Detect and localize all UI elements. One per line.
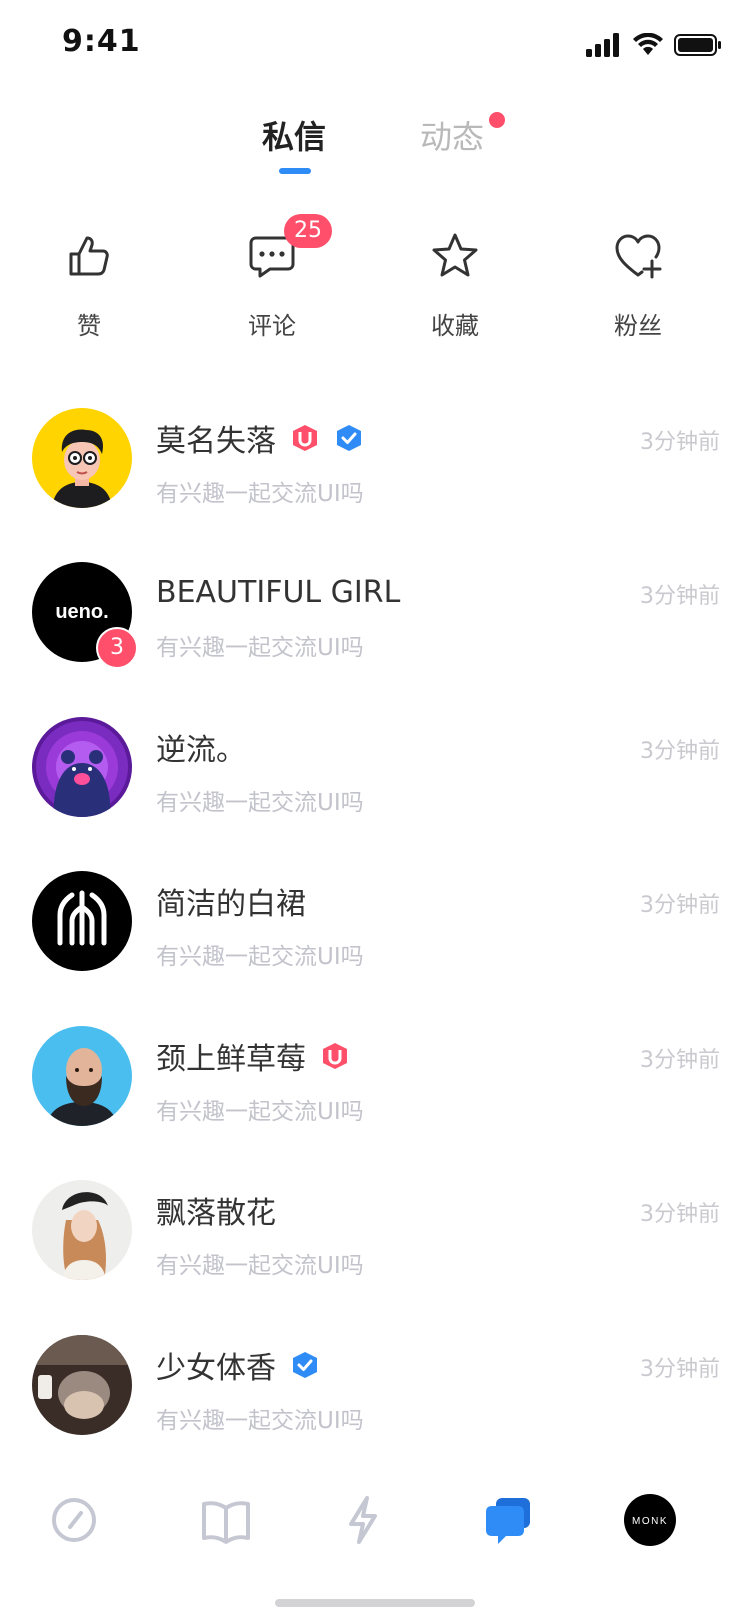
avatar	[32, 1026, 132, 1126]
u-badge-icon	[323, 1043, 347, 1069]
quick-comments-label: 评论	[248, 312, 296, 340]
lightning-icon	[349, 1496, 377, 1544]
message-time: 3分钟前	[640, 739, 720, 764]
tab-discover[interactable]	[42, 1488, 106, 1552]
status-bar: 9:41	[0, 0, 750, 90]
top-tabs: 私信 动态	[0, 112, 750, 182]
contact-name: 飘落散花	[156, 1196, 276, 1231]
message-list: 莫名失落 有兴趣一起交流UI吗 3分钟前 ueno. 3 BEAUTIFUL G…	[0, 408, 750, 1466]
message-item[interactable]: 简洁的白裙 有兴趣一起交流UI吗 3分钟前	[0, 871, 750, 1031]
message-preview: 有兴趣一起交流UI吗	[156, 1253, 364, 1279]
quick-actions: 赞 25 评论 收藏 粉丝	[0, 214, 750, 350]
tab-activity[interactable]: 动态	[420, 112, 484, 158]
message-item[interactable]: 逆流。 有兴趣一起交流UI吗 3分钟前	[0, 717, 750, 877]
quick-favorites[interactable]: 收藏	[395, 230, 515, 341]
avatar	[32, 871, 132, 971]
message-preview: 有兴趣一起交流UI吗	[156, 481, 364, 507]
message-preview: 有兴趣一起交流UI吗	[156, 1099, 364, 1125]
avatar	[32, 1180, 132, 1280]
message-item[interactable]: 莫名失落 有兴趣一起交流UI吗 3分钟前	[0, 408, 750, 568]
status-time: 9:41	[62, 24, 141, 59]
message-item[interactable]: 飘落散花 有兴趣一起交流UI吗 3分钟前	[0, 1180, 750, 1340]
battery-icon	[674, 34, 721, 56]
verified-badge-icon	[293, 1352, 317, 1378]
profile-avatar: MONK	[624, 1494, 676, 1546]
message-time: 3分钟前	[640, 893, 720, 918]
avatar-logo-text: ueno.	[55, 601, 108, 623]
star-icon	[432, 233, 478, 277]
message-time: 3分钟前	[640, 430, 720, 455]
contact-name: BEAUTIFUL GIRL	[156, 574, 401, 610]
avatar	[32, 717, 132, 817]
quick-followers-label: 粉丝	[614, 312, 662, 340]
quick-followers[interactable]: 粉丝	[578, 230, 698, 341]
tab-messages[interactable]	[476, 1488, 540, 1552]
contact-name: 逆流。	[156, 733, 246, 768]
wifi-icon	[633, 33, 663, 55]
tab-profile[interactable]: MONK	[618, 1488, 682, 1552]
compass-icon	[52, 1498, 96, 1542]
message-time: 3分钟前	[640, 1202, 720, 1227]
signal-icon	[586, 33, 619, 57]
tab-activity-feed[interactable]	[331, 1488, 395, 1552]
verified-badge-icon	[337, 425, 361, 451]
thumbs-up-icon	[69, 236, 109, 276]
profile-avatar-text: MONK	[632, 1516, 668, 1527]
avatar	[32, 1335, 132, 1435]
home-indicator	[275, 1599, 475, 1607]
message-item[interactable]: ueno. 3 BEAUTIFUL GIRL 有兴趣一起交流UI吗 3分钟前	[0, 562, 750, 722]
quick-comments[interactable]: 25 评论	[212, 214, 332, 341]
message-time: 3分钟前	[640, 1357, 720, 1382]
quick-favorites-label: 收藏	[431, 312, 479, 340]
status-icons	[586, 30, 722, 60]
u-badge-icon	[293, 425, 317, 451]
tab-library[interactable]	[194, 1488, 258, 1552]
tab-dm[interactable]: 私信	[262, 112, 326, 158]
message-preview: 有兴趣一起交流UI吗	[156, 1408, 364, 1434]
quick-likes-label: 赞	[77, 312, 101, 340]
book-icon	[202, 1501, 250, 1544]
message-preview: 有兴趣一起交流UI吗	[156, 790, 364, 816]
contact-name: 少女体香	[156, 1351, 276, 1386]
message-time: 3分钟前	[640, 1048, 720, 1073]
messages-icon	[486, 1498, 530, 1544]
unread-count-badge: 3	[96, 627, 138, 669]
tab-active-indicator	[279, 168, 311, 174]
message-preview: 有兴趣一起交流UI吗	[156, 944, 364, 970]
message-item[interactable]: 颈上鲜草莓 有兴趣一起交流UI吗 3分钟前	[0, 1026, 750, 1186]
contact-name: 简洁的白裙	[156, 887, 306, 922]
comment-count-badge: 25	[284, 214, 332, 248]
message-time: 3分钟前	[640, 584, 720, 609]
contact-name: 莫名失落	[156, 424, 276, 459]
message-preview: 有兴趣一起交流UI吗	[156, 635, 364, 661]
contact-name: 颈上鲜草莓	[156, 1042, 306, 1077]
avatar	[32, 408, 132, 508]
bottom-tab-bar: MONK	[0, 1466, 750, 1576]
quick-likes[interactable]: 赞	[29, 230, 149, 341]
message-item[interactable]: 少女体香 有兴趣一起交流UI吗 3分钟前	[0, 1335, 750, 1466]
activity-notification-dot	[489, 112, 505, 128]
heart-plus-icon	[615, 234, 662, 279]
